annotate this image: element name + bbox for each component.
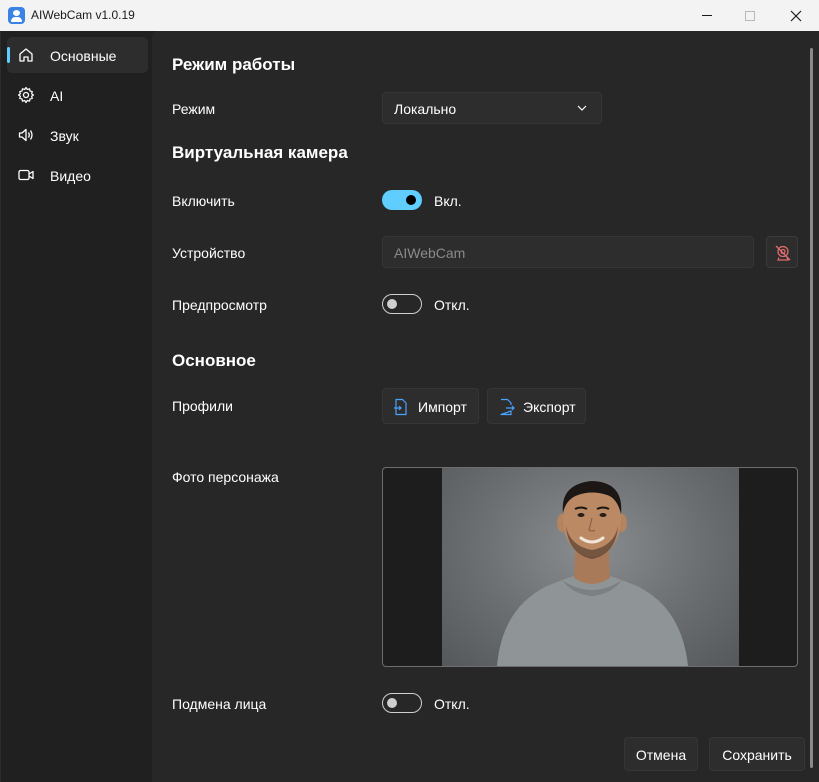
face-swap-state: Откл.: [434, 696, 470, 712]
section-title-mode: Режим работы: [172, 55, 296, 74]
enable-state: Вкл.: [434, 193, 462, 209]
sidebar-item-general[interactable]: Основные: [7, 37, 148, 73]
close-icon: [790, 10, 801, 21]
save-label: Сохранить: [722, 747, 792, 763]
device-field[interactable]: AIWebCam: [382, 236, 754, 268]
device-value: AIWebCam: [394, 245, 466, 261]
preview-state: Откл.: [434, 297, 470, 313]
preview-toggle[interactable]: [382, 294, 422, 314]
preview-label: Предпросмотр: [172, 297, 267, 313]
maximize-button[interactable]: [727, 0, 772, 31]
minimize-icon: [701, 15, 712, 16]
character-photo-frame[interactable]: [382, 467, 798, 667]
import-icon: [394, 398, 407, 416]
photo-label: Фото персонажа: [172, 469, 279, 485]
import-button[interactable]: Импорт: [382, 388, 479, 424]
enable-label: Включить: [172, 193, 235, 209]
section-title-virtual-camera: Виртуальная камера: [172, 143, 348, 162]
cancel-label: Отмена: [635, 747, 687, 763]
sidebar-item-label: Звук: [50, 128, 79, 144]
enable-toggle[interactable]: [382, 190, 422, 210]
device-label: Устройство: [172, 245, 246, 261]
window-title: AIWebCam v1.0.19: [31, 8, 135, 22]
speaker-icon: [18, 128, 33, 142]
export-label: Экспорт: [523, 399, 576, 415]
gear-icon: [17, 86, 35, 104]
sidebar-item-video[interactable]: Видео: [7, 157, 148, 193]
title-bar: AIWebCam v1.0.19: [0, 0, 819, 31]
profiles-label: Профили: [172, 398, 233, 414]
sidebar-item-ai[interactable]: AI: [7, 77, 148, 113]
face-swap-label: Подмена лица: [172, 696, 267, 712]
close-button[interactable]: [773, 0, 818, 31]
sidebar-item-label: AI: [50, 88, 64, 104]
home-icon: [19, 48, 33, 62]
sidebar-item-label: Основные: [50, 48, 117, 64]
mode-dropdown-value: Локально: [394, 101, 457, 117]
camera-off-icon: [775, 245, 791, 261]
mode-label: Режим: [172, 101, 216, 117]
app-logo-icon: [8, 7, 25, 24]
minimize-button[interactable]: [684, 0, 729, 31]
camera-off-button[interactable]: [766, 236, 798, 268]
maximize-icon: [744, 10, 755, 21]
toggle-knob: [387, 299, 397, 309]
active-indicator: [7, 47, 10, 63]
face-swap-toggle[interactable]: [382, 693, 422, 713]
toggle-knob: [387, 698, 397, 708]
character-photo: [442, 468, 739, 666]
sidebar-item-label: Видео: [50, 168, 91, 184]
sidebar: Основные AI Звук Видео: [0, 31, 152, 782]
import-label: Импорт: [418, 399, 467, 415]
save-button[interactable]: Сохранить: [709, 737, 805, 771]
scrollbar[interactable]: [810, 48, 813, 768]
section-title-general: Основное: [172, 351, 256, 370]
mode-dropdown[interactable]: Локально: [382, 92, 602, 124]
chevron-down-icon: [577, 105, 587, 111]
cancel-button[interactable]: Отмена: [624, 737, 698, 771]
video-camera-icon: [18, 169, 34, 181]
sidebar-item-sound[interactable]: Звук: [7, 117, 148, 153]
toggle-knob: [406, 195, 416, 205]
export-button[interactable]: Экспорт: [487, 388, 586, 424]
export-icon: [500, 398, 515, 416]
